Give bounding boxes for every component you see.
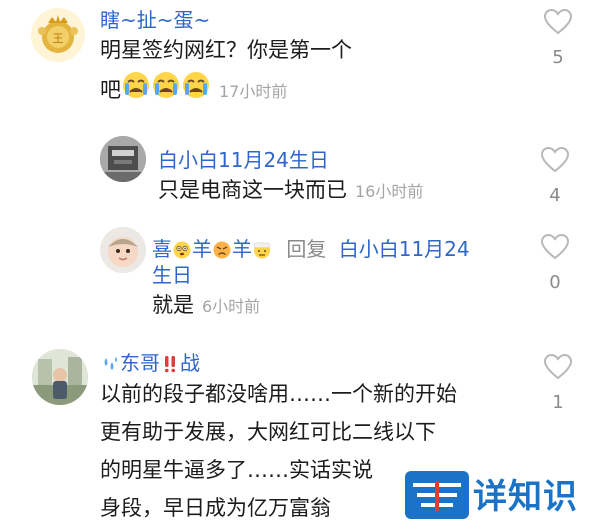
comment-timestamp: 6小时前 [202, 297, 261, 316]
heart-outline-icon [540, 233, 570, 260]
like-button[interactable]: 4 [535, 146, 575, 206]
comment-text-line: 只是电商这一块而已 [158, 178, 347, 202]
comment-timestamp: 16小时前 [355, 182, 424, 201]
comment-text-line: 吧 17小时前 [100, 70, 520, 112]
name-part: 羊 [232, 237, 252, 261]
name-part: 羊 [192, 237, 212, 261]
comment-text: 只是电商这一块而已 16小时前 [158, 170, 423, 212]
avatar[interactable] [100, 136, 146, 182]
commenter-name[interactable]: 白小白11月24生日 [158, 144, 329, 173]
heart-outline-icon [540, 146, 570, 173]
comment-text-tail: 吧 [100, 78, 121, 102]
reply-target-name[interactable]: 白小白11月24 [339, 237, 470, 261]
crying-face-icon [121, 71, 151, 112]
comment-3: 喜羊羊 回复 白小白11月24 生日 就是 6小时前 0 [0, 215, 600, 325]
like-count: 1 [552, 392, 564, 413]
watermark-text: 详知识 [473, 477, 578, 517]
sweat-droplets-icon [101, 354, 119, 372]
flushed-face-icon [173, 240, 191, 259]
comment-timestamp: 17小时前 [219, 82, 288, 101]
reply-label: 回复 [286, 237, 327, 261]
name-part: 喜 [152, 237, 172, 261]
like-count: 5 [552, 47, 564, 68]
angry-face-icon [213, 240, 231, 259]
svg-text:王: 王 [53, 32, 64, 45]
logo-mark-icon [405, 471, 469, 519]
comment-1: 王 瞎~扯~蛋~ 明星签约网红？你是第一个 吧 17小时前 5 [0, 0, 600, 115]
outdoor-photo-avatar-icon [32, 349, 88, 405]
avatar[interactable] [100, 227, 146, 273]
watermark-logo: 详知识 [395, 459, 600, 529]
comment-text-line: 以前的段子都没啥用……一个新的开始 [100, 382, 457, 406]
commenter-name[interactable]: 东哥战 [100, 347, 200, 376]
crying-face-icon [151, 71, 181, 112]
crying-face-icon [181, 71, 211, 112]
name-part: 战 [180, 351, 200, 375]
bandaged-face-icon [253, 240, 271, 259]
comment-text-line: 明星签约网红？你是第一个 [100, 38, 352, 62]
reply-target-name-continued[interactable]: 生日 [152, 259, 192, 288]
like-count: 4 [549, 185, 561, 206]
commenter-name[interactable]: 喜羊羊 回复 白小白11月24 [152, 233, 470, 262]
heart-outline-icon [543, 353, 573, 380]
like-button[interactable]: 1 [538, 353, 578, 413]
avatar[interactable] [32, 349, 88, 405]
grey-photo-avatar-icon [100, 136, 146, 182]
comment-text: 就是 6小时前 [152, 285, 260, 327]
name-part: 东哥 [120, 351, 160, 375]
commenter-name[interactable]: 瞎~扯~蛋~ [100, 4, 210, 33]
double-exclamation-icon [161, 354, 179, 373]
comment-text: 明星签约网红？你是第一个 吧 17小时前 [100, 30, 520, 112]
avatar[interactable]: 王 [30, 7, 86, 63]
like-button[interactable]: 0 [535, 233, 575, 293]
comment-text-line: 更有助于发展，大网红可比二线以下 [100, 420, 436, 444]
comment-2: 白小白11月24生日 只是电商这一块而已 16小时前 4 [0, 120, 600, 210]
like-button[interactable]: 5 [538, 8, 578, 68]
like-count: 0 [549, 272, 561, 293]
heart-outline-icon [543, 8, 573, 35]
baby-photo-avatar-icon [100, 227, 146, 273]
gold-emblem-avatar-icon: 王 [31, 8, 85, 62]
comment-text-line: 就是 [152, 293, 194, 317]
